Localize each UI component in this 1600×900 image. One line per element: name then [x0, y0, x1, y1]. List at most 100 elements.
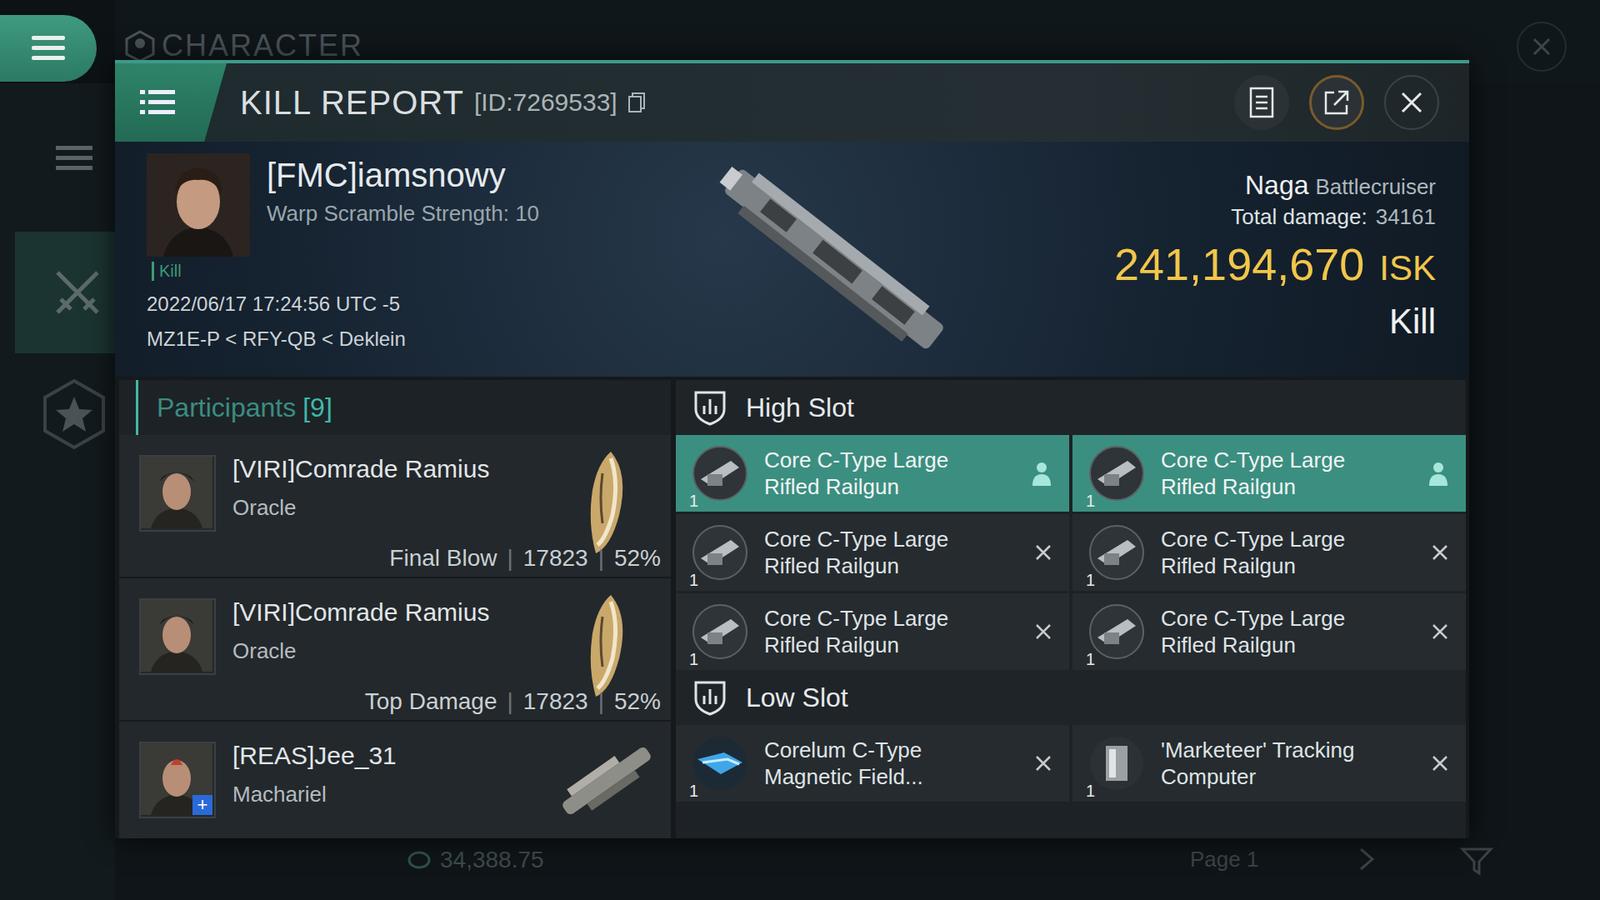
magnetic-field-icon [690, 734, 750, 793]
module-name: 'Marketeer' Tracking Computer [1160, 736, 1386, 790]
pilot-portrait-icon [140, 600, 213, 672]
module-name: Core C-Type Large Rifled Railgun [1160, 446, 1386, 500]
result-label: Kill [1389, 301, 1436, 342]
header-actions [1234, 75, 1470, 130]
background-footer: 34,388.75Page 1 [115, 841, 1600, 900]
tracking-computer-icon [1087, 734, 1146, 793]
window-header: KILL REPORT[ID:7269533] [115, 60, 1470, 142]
machariel-ship-icon [552, 735, 661, 827]
participant-ship: Oracle [232, 495, 536, 521]
participant-ship-image [552, 591, 661, 689]
participant-name: [VIRI]Comrade Ramius [232, 455, 536, 484]
participant-damage: Top Damage|17823|52% [365, 688, 661, 715]
participant-name: [REAS]Jee_31 [232, 741, 536, 770]
module-name: Core C-Type Large Rifled Railgun [764, 525, 990, 580]
module-item[interactable]: 1Core C-Type Large Rifled Railgun [1072, 593, 1466, 670]
destroyed-x-icon [1430, 754, 1450, 773]
kill-time: 2022/06/17 17:24:56 UTC -5 [146, 292, 647, 316]
railgun-icon [690, 602, 750, 661]
isk-value: 241,194,670ISK [1114, 238, 1436, 290]
report-body: Participants[9][VIRI]Comrade RamiusOracl… [115, 376, 1470, 839]
railgun-icon [690, 444, 750, 503]
footer-value: 34,388.75 [406, 846, 1157, 874]
module-name: Core C-Type Large Rifled Railgun [1160, 605, 1386, 659]
copy-icon[interactable] [627, 91, 646, 114]
slot-shield-icon [692, 389, 728, 426]
participant-damage: Final Blow|17823|52% [389, 545, 661, 572]
ship-name: NagaBattlecruiser [1245, 170, 1436, 201]
participant-ship: Oracle [232, 638, 536, 665]
hamburger-icon [140, 88, 175, 117]
participant-ship-image [552, 448, 661, 545]
module-icon: 1 [1087, 734, 1146, 793]
destroyed-x-icon [1034, 622, 1053, 641]
kill-location: MZ1E-P < RFY-QB < Deklein [146, 327, 647, 351]
rail-kills-button[interactable] [15, 231, 115, 354]
total-damage: Total damage:34161 [1230, 204, 1436, 230]
victim-portrait[interactable] [146, 153, 250, 257]
details-button[interactable] [1234, 75, 1290, 130]
slot-header: High Slot [675, 380, 1466, 435]
kill-report-window: KILL REPORT[ID:7269533] [FMC]iamsnowyWarp… [115, 60, 1470, 839]
character-icon [123, 29, 157, 63]
fitting-panel: High Slot 1 Core C-Type Large Rifled Railg… [675, 380, 1466, 839]
main-menu-button[interactable] [0, 15, 97, 82]
document-icon [1249, 86, 1275, 119]
participant-name: [VIRI]Comrade Ramius [232, 598, 536, 627]
share-icon [1322, 88, 1351, 117]
coin-icon [406, 850, 432, 870]
close-button[interactable] [1384, 75, 1440, 130]
module-item[interactable]: 1Core C-Type Large Rifled Railgun [675, 514, 1070, 591]
participant-ship-image [552, 735, 661, 832]
participant-row[interactable]: [VIRI]Comrade Ramius Oracle Final Blow|178… [119, 435, 671, 579]
module-name: Core C-Type Large Rifled Railgun [764, 605, 990, 659]
destroyed-x-icon [1034, 754, 1053, 773]
list-icon [54, 143, 95, 174]
battlecruiser-icon [696, 150, 972, 368]
participants-panel: Participants[9][VIRI]Comrade RamiusOracl… [119, 380, 671, 839]
side-rail [0, 83, 115, 900]
share-button[interactable] [1309, 75, 1365, 130]
participant-portrait [139, 598, 216, 675]
slot-shield-icon [692, 679, 728, 716]
destroyed-x-icon [1430, 622, 1450, 641]
railgun-icon [690, 523, 750, 582]
destroyed-x-icon [1430, 543, 1450, 562]
victim-banner: [FMC]iamsnowyWarp Scramble Strength: 10K… [115, 141, 1470, 377]
filter-button[interactable] [1460, 846, 1494, 880]
railgun-icon [1087, 602, 1146, 661]
participant-row[interactable]: [VIRI]Comrade Ramius Oracle Top Damage|178… [119, 578, 671, 722]
victim-ship-image [646, 153, 1003, 365]
module-item[interactable]: 1Core C-Type Large Rifled Railgun [675, 435, 1070, 512]
participant-row[interactable]: +[REAS]Jee_31Machariel [119, 721, 671, 839]
rail-list-button[interactable] [42, 126, 106, 190]
railgun-icon [1087, 523, 1146, 582]
next-page-icon[interactable] [1356, 846, 1377, 872]
dropped-person-icon [1030, 460, 1053, 486]
slot-header: Low Slot [675, 670, 1466, 725]
module-icon: 1 [1087, 523, 1146, 582]
victim-info: [FMC]iamsnowyWarp Scramble Strength: 10K… [146, 153, 647, 365]
close-icon [1399, 90, 1425, 115]
module-item[interactable]: 1 Core C-Type Large Rifled Railgun [1072, 435, 1466, 512]
filter-icon [1460, 846, 1494, 877]
hamburger-icon [30, 33, 67, 64]
module-item[interactable]: 1Core C-Type Large Rifled Railgun [675, 593, 1070, 670]
screen-title: CHARACTER [123, 28, 364, 64]
module-item[interactable]: 1 Corelum C-Type Magnetic Field... [675, 725, 1070, 802]
railgun-icon [1087, 444, 1146, 503]
oracle-ship-icon [577, 448, 636, 557]
module-icon: 1 [1087, 444, 1146, 503]
participant-portrait [139, 455, 216, 532]
rail-favorites-button[interactable] [38, 378, 110, 454]
report-id: [ID:7269533] [474, 88, 618, 117]
module-name: Core C-Type Large Rifled Railgun [764, 446, 990, 500]
participant-ship: Machariel [232, 781, 536, 808]
window-menu-button[interactable] [115, 63, 227, 142]
pilot-portrait-icon [146, 153, 250, 257]
module-icon: 1 [690, 734, 750, 793]
module-item[interactable]: 1Core C-Type Large Rifled Railgun [1072, 514, 1466, 591]
screen-close-button[interactable] [1516, 21, 1567, 72]
module-item[interactable]: 1 'Marketeer' Tracking Computer [1072, 725, 1466, 802]
module-name: Corelum C-Type Magnetic Field... [764, 736, 990, 790]
